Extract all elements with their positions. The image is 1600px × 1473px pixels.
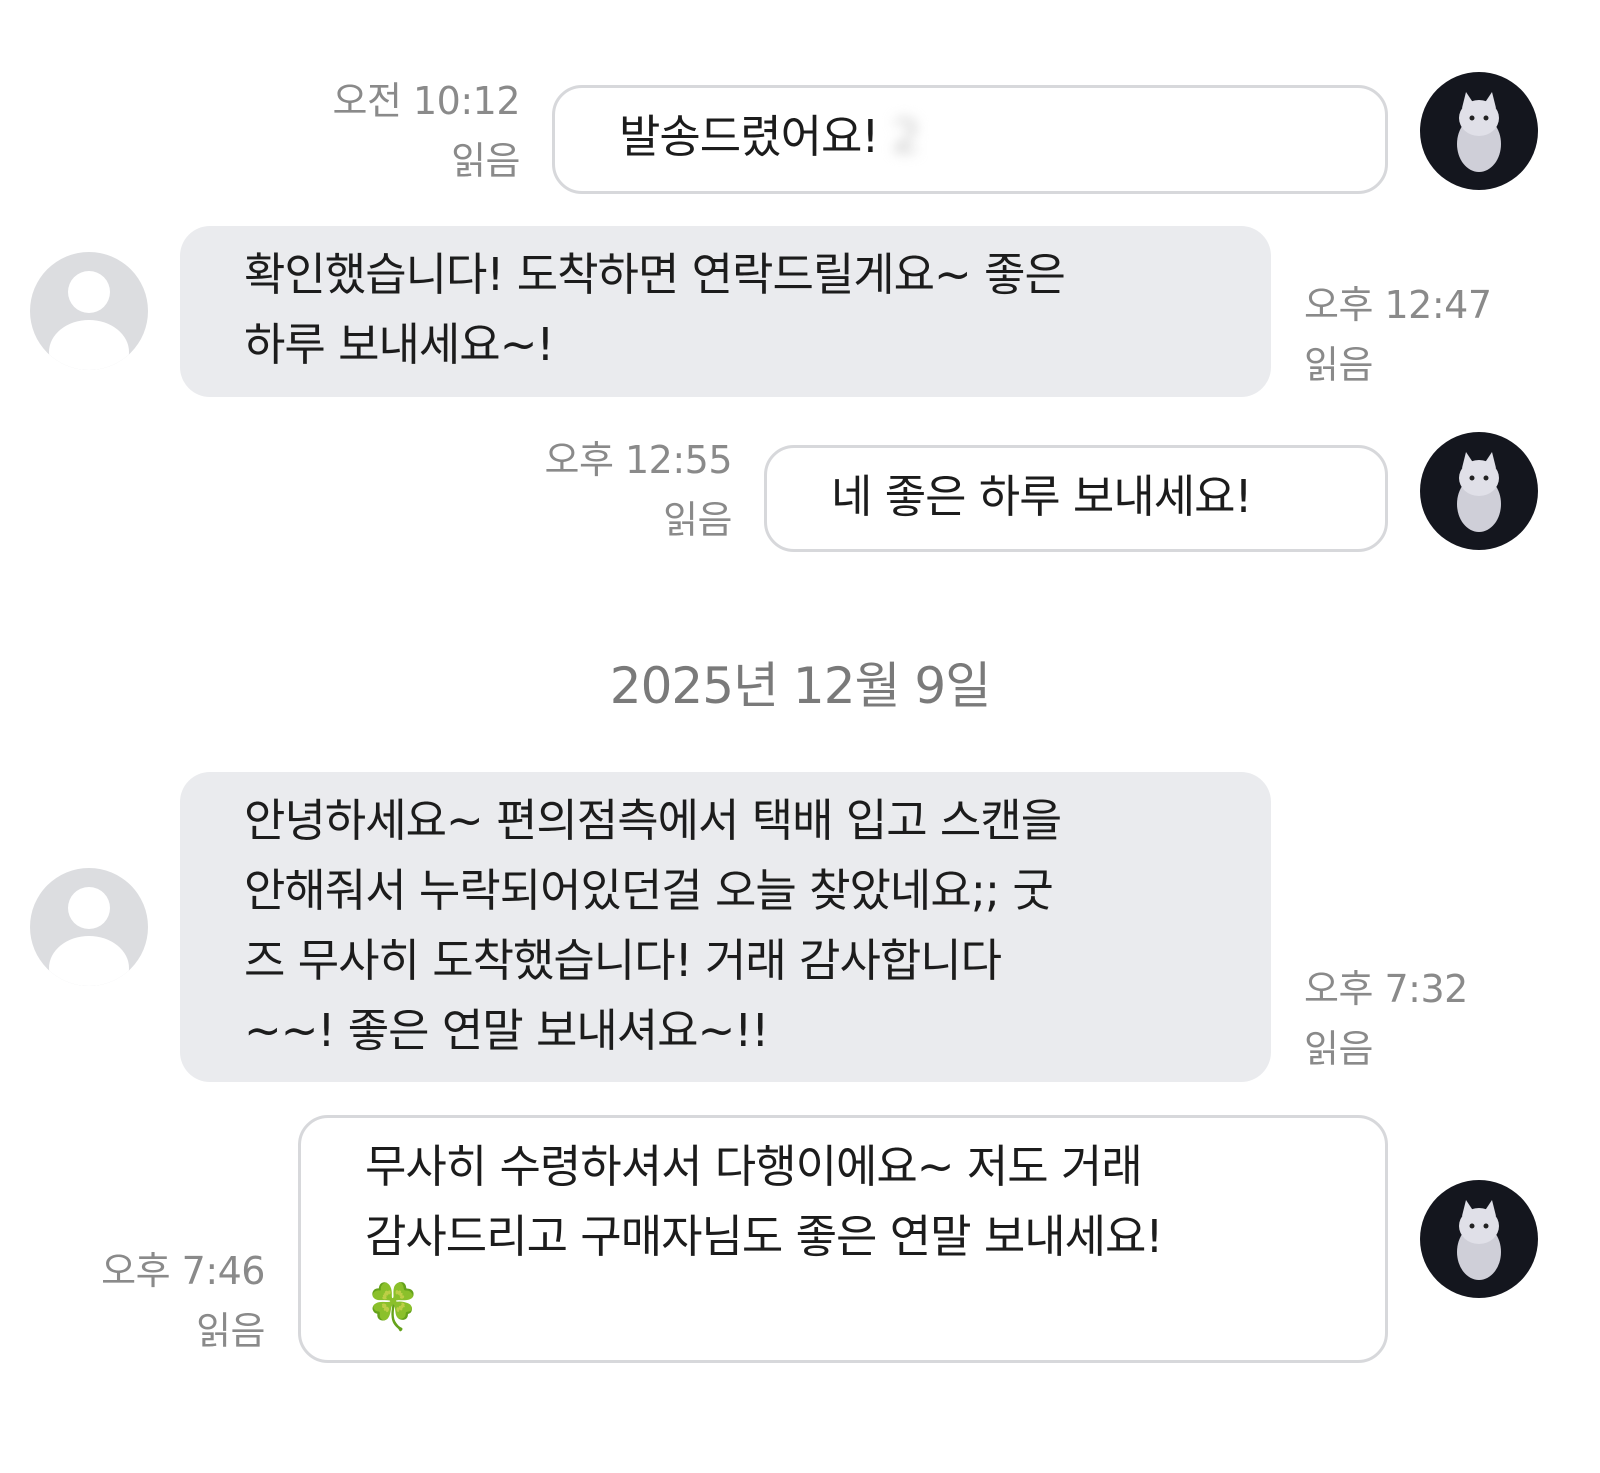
message-time: 오후 7:32 [1304, 967, 1468, 1011]
message-time: 오후 12:55 [544, 438, 732, 482]
message-text-line: 무사히 수령하셔서 다행이에요~ 저도 거래 [365, 1140, 1143, 1193]
my-avatar[interactable] [1420, 432, 1538, 550]
read-receipt: 읽음 [663, 498, 732, 542]
default-user-avatar-icon [49, 271, 129, 370]
message-text-line: 하루 보내세요~! [244, 318, 554, 371]
other-user-avatar[interactable] [30, 252, 148, 370]
other-user-avatar[interactable] [30, 868, 148, 986]
incoming-message-bubble[interactable]: 안녕하세요~ 편의점측에서 택배 입고 스캔을 안해줘서 누락되어있던걸 오늘 … [180, 772, 1271, 1082]
message-text-line: 안녕하세요~ 편의점측에서 택배 입고 스캔을 [244, 794, 1062, 847]
cat-profile-avatar-icon [1457, 92, 1501, 172]
message-text-line: 즈 무사히 도착했습니다! 거래 감사합니다 [244, 934, 1002, 987]
default-user-avatar-icon [49, 887, 129, 986]
message-time: 오후 12:47 [1304, 283, 1492, 327]
my-avatar[interactable] [1420, 1180, 1538, 1298]
read-receipt: 읽음 [196, 1309, 265, 1353]
date-separator: 2025년 12월 9일 [609, 657, 991, 715]
message-text: 발송드렸어요! 2 [619, 110, 921, 163]
incoming-message-bubble[interactable]: 확인했습니다! 도착하면 연락드릴게요~ 좋은 하루 보내세요~! [180, 226, 1271, 397]
read-receipt: 읽음 [451, 139, 520, 183]
message-text: 네 좋은 하루 보내세요! [831, 470, 1253, 523]
cat-profile-avatar-icon [1457, 452, 1501, 532]
message-time: 오후 7:46 [101, 1249, 265, 1293]
message-text-line: ~~! 좋은 연말 보내셔요~!! [244, 1004, 769, 1057]
outgoing-message-bubble[interactable]: 무사히 수령하셔서 다행이에요~ 저도 거래 감사드리고 구매자님도 좋은 연말… [298, 1115, 1388, 1363]
message-text-line: 확인했습니다! 도착하면 연락드릴게요~ 좋은 [244, 248, 1066, 301]
redacted-text: 2 [891, 110, 921, 163]
my-avatar[interactable] [1420, 72, 1538, 190]
read-receipt: 읽음 [1304, 1027, 1373, 1071]
cat-profile-avatar-icon [1457, 1200, 1501, 1280]
message-text-line: 감사드리고 구매자님도 좋은 연말 보내세요! [365, 1210, 1163, 1263]
message-text-line: 안해줘서 누락되어있던걸 오늘 찾았네요;; 굿 [244, 864, 1054, 917]
message-time: 오전 10:12 [332, 79, 520, 123]
outgoing-message-bubble[interactable]: 발송드렸어요! 2 [552, 85, 1388, 194]
outgoing-message-bubble[interactable]: 네 좋은 하루 보내세요! [764, 445, 1388, 552]
read-receipt: 읽음 [1304, 343, 1373, 387]
four-leaf-clover-icon: 🍀 [365, 1280, 421, 1333]
